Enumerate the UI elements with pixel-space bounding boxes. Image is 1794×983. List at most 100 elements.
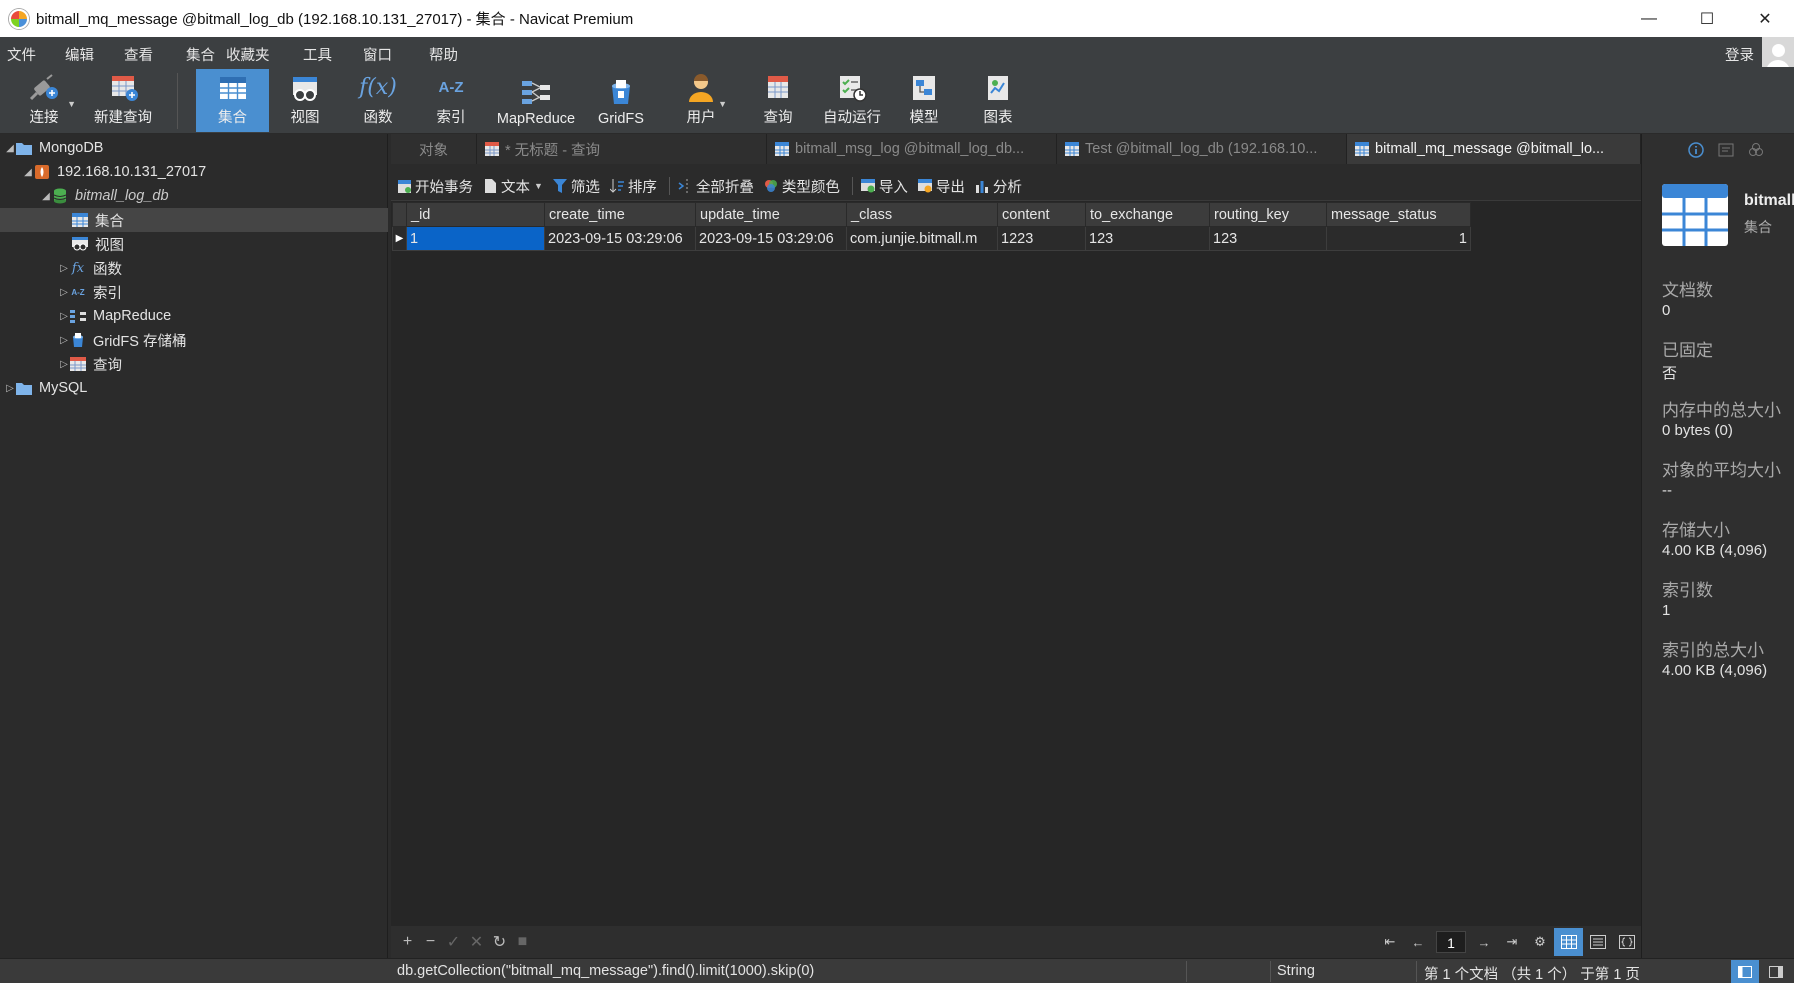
- new-query-button[interactable]: 新建查询: [88, 69, 158, 132]
- first-page-button[interactable]: ⇤: [1376, 934, 1404, 950]
- user-button[interactable]: 用户 ▼: [683, 69, 727, 132]
- menu-favorites[interactable]: 收藏夹: [226, 44, 270, 65]
- automation-button[interactable]: 自动运行: [820, 69, 884, 132]
- stop-button[interactable]: ■: [511, 933, 534, 951]
- minimize-button[interactable]: —: [1620, 0, 1678, 37]
- column-header[interactable]: update_time: [695, 202, 847, 227]
- column-header[interactable]: message_status: [1326, 202, 1471, 227]
- column-header[interactable]: content: [997, 202, 1086, 227]
- cell-routing-key[interactable]: 123: [1209, 226, 1327, 251]
- expand-arrow-icon[interactable]: ▷: [58, 263, 70, 274]
- collapse-arrow-icon[interactable]: ◢: [40, 191, 52, 202]
- page-number-input[interactable]: 1: [1436, 931, 1466, 953]
- analyze-button[interactable]: 分析: [975, 176, 1022, 197]
- cell-update-time[interactable]: 2023-09-15 03:29:06: [695, 226, 847, 251]
- mapreduce-button[interactable]: MapReduce: [490, 69, 582, 132]
- connect-button[interactable]: 连接 ▼: [20, 69, 76, 132]
- apply-changes-button[interactable]: ✓: [442, 932, 465, 952]
- delete-record-button[interactable]: −: [419, 933, 442, 951]
- collapse-arrow-icon[interactable]: ◢: [4, 143, 16, 154]
- column-header[interactable]: routing_key: [1209, 202, 1327, 227]
- json-view-button[interactable]: [1612, 928, 1641, 956]
- tab-mq-message[interactable]: bitmall_mq_message @bitmall_lo...: [1347, 134, 1641, 164]
- chart-button[interactable]: 图表: [980, 69, 1016, 132]
- tree-node-mapreduce[interactable]: ▷ MapReduce: [0, 304, 388, 328]
- toggle-left-pane-button[interactable]: [1731, 960, 1759, 983]
- menu-view[interactable]: 查看: [124, 44, 153, 65]
- expand-arrow-icon[interactable]: ▷: [58, 287, 70, 298]
- ddl-icon[interactable]: [1718, 142, 1734, 161]
- tree-node-mysql[interactable]: ▷ MySQL: [0, 376, 388, 400]
- tree-node-database[interactable]: ◢ bitmall_log_db: [0, 184, 388, 208]
- column-header[interactable]: _id: [406, 202, 545, 227]
- cell-to-exchange[interactable]: 123: [1085, 226, 1210, 251]
- menu-collection[interactable]: 集合: [186, 44, 215, 65]
- tree-node-mongodb[interactable]: ◢ MongoDB: [0, 136, 388, 160]
- tree-node-function[interactable]: ▷ fx 函数: [0, 256, 388, 280]
- collapse-arrow-icon[interactable]: ◢: [22, 167, 34, 178]
- next-page-button[interactable]: →: [1470, 935, 1498, 950]
- menu-help[interactable]: 帮助: [429, 44, 458, 65]
- tree-node-collection[interactable]: 集合: [0, 208, 388, 232]
- cell-create-time[interactable]: 2023-09-15 03:29:06: [544, 226, 696, 251]
- view-button[interactable]: 视图: [280, 69, 330, 132]
- query-button[interactable]: 查询: [760, 69, 796, 132]
- column-header[interactable]: create_time: [544, 202, 696, 227]
- maximize-button[interactable]: ☐: [1678, 0, 1736, 37]
- tab-msg-log[interactable]: bitmall_msg_log @bitmall_log_db...: [767, 134, 1057, 164]
- export-button[interactable]: 导出: [917, 176, 965, 197]
- last-page-button[interactable]: ⇥: [1498, 934, 1526, 950]
- close-button[interactable]: ✕: [1736, 0, 1794, 37]
- tree-node-query[interactable]: ▷ 查询: [0, 352, 388, 376]
- cell-class[interactable]: com.junjie.bitmall.m: [846, 226, 998, 251]
- grid-view-button[interactable]: [1554, 928, 1583, 956]
- tab-untitled-query[interactable]: * 无标题 - 查询: [477, 134, 767, 164]
- tree-view-button[interactable]: [1583, 928, 1612, 956]
- model-button[interactable]: 模型: [906, 69, 942, 132]
- table-row[interactable]: ▶ 1 2023-09-15 03:29:06 2023-09-15 03:29…: [392, 226, 1471, 251]
- index-button[interactable]: A-Z 索引: [428, 69, 474, 132]
- column-header[interactable]: _class: [846, 202, 998, 227]
- discard-changes-button[interactable]: ✕: [465, 932, 488, 952]
- expand-arrow-icon[interactable]: ▷: [58, 335, 70, 346]
- tree-node-index[interactable]: ▷ A-Z 索引: [0, 280, 388, 304]
- collection-button[interactable]: 集合: [196, 69, 269, 132]
- type-color-button[interactable]: 类型颜色: [764, 176, 840, 197]
- cell-content[interactable]: 1223: [997, 226, 1086, 251]
- menu-file[interactable]: 文件: [7, 44, 36, 65]
- function-button[interactable]: f(x) 函数: [354, 69, 402, 132]
- tree-node-view[interactable]: 视图: [0, 232, 388, 256]
- begin-transaction-button[interactable]: 开始事务: [397, 176, 473, 197]
- expand-arrow-icon[interactable]: ▷: [4, 383, 16, 394]
- tab-objects[interactable]: 对象: [391, 134, 477, 164]
- expand-arrow-icon[interactable]: ▷: [58, 311, 70, 322]
- login-link[interactable]: 登录: [1725, 44, 1754, 65]
- add-record-button[interactable]: +: [396, 933, 419, 951]
- info-icon[interactable]: [1688, 142, 1704, 161]
- row-indicator-icon[interactable]: ▶: [392, 226, 407, 251]
- menu-tools[interactable]: 工具: [303, 44, 332, 65]
- refresh-button[interactable]: ↻: [488, 932, 511, 952]
- filter-button[interactable]: 筛选: [552, 176, 600, 197]
- text-button[interactable]: 文本 ▼: [483, 176, 543, 197]
- user-dropdown-icon[interactable]: ▼: [718, 99, 727, 109]
- column-header[interactable]: to_exchange: [1085, 202, 1210, 227]
- cell-id[interactable]: 1: [406, 226, 545, 251]
- collapse-all-button[interactable]: 全部折叠: [678, 176, 754, 197]
- menu-edit[interactable]: 编辑: [65, 44, 94, 65]
- cell-message-status[interactable]: 1: [1326, 226, 1471, 251]
- tree-node-server[interactable]: ◢ 192.168.10.131_27017: [0, 160, 388, 184]
- tree-node-gridfs[interactable]: ▷ GridFS 存储桶: [0, 328, 388, 352]
- connect-dropdown-icon[interactable]: ▼: [67, 99, 76, 109]
- settings-gear-icon[interactable]: ⚙: [1526, 934, 1554, 950]
- sort-button[interactable]: 排序: [609, 176, 657, 197]
- expand-arrow-icon[interactable]: ▷: [58, 359, 70, 370]
- text-dropdown-icon[interactable]: ▼: [534, 181, 543, 191]
- prev-page-button[interactable]: ←: [1404, 935, 1432, 950]
- gridfs-button[interactable]: GridFS: [596, 69, 646, 132]
- import-button[interactable]: 导入: [860, 176, 908, 197]
- tab-test[interactable]: Test @bitmall_log_db (192.168.10...: [1057, 134, 1347, 164]
- menu-window[interactable]: 窗口: [363, 44, 392, 65]
- toggle-right-pane-button[interactable]: [1762, 960, 1790, 983]
- dependencies-icon[interactable]: [1748, 142, 1764, 161]
